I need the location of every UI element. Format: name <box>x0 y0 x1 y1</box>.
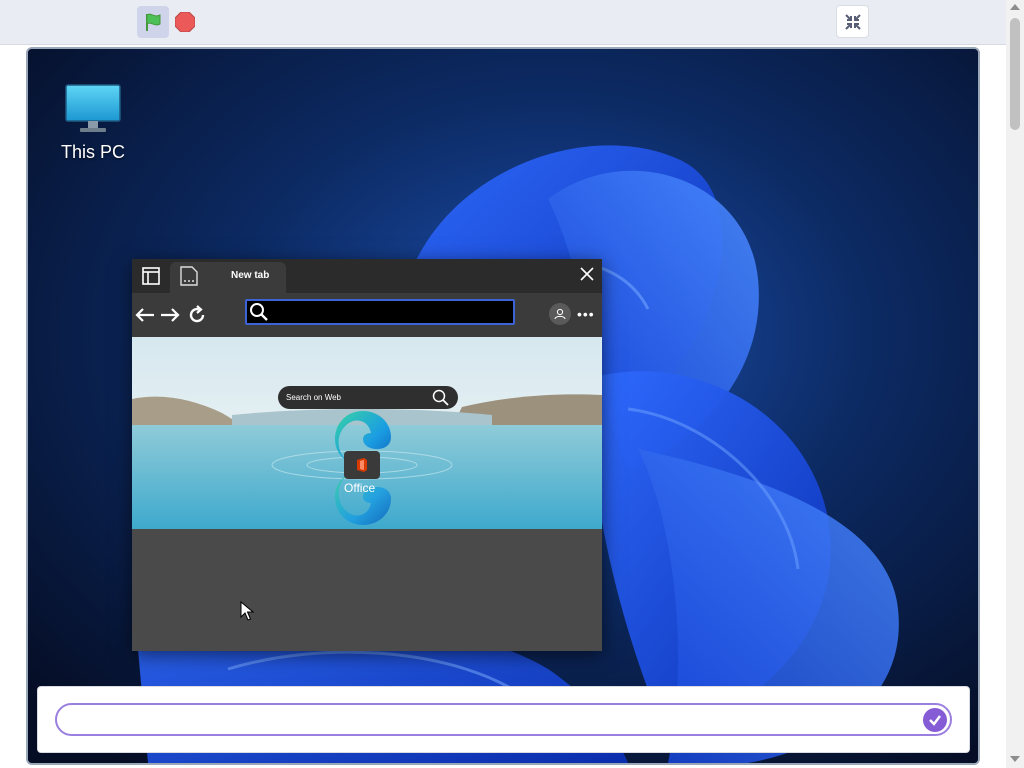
green-flag-icon <box>146 13 161 31</box>
browser-window[interactable]: New tab ••• Search on Web Office <box>132 259 602 651</box>
tab-layout-button[interactable] <box>141 266 161 286</box>
stop-icon <box>175 12 195 32</box>
tab-new-tab[interactable]: New tab <box>170 262 286 293</box>
office-icon <box>357 458 367 472</box>
more-horizontal-icon: ••• <box>577 306 595 322</box>
checkmark-icon <box>929 715 941 726</box>
new-tab-page[interactable]: Search on Web Office <box>132 337 602 529</box>
layout-icon <box>142 267 160 285</box>
search-icon <box>432 389 449 406</box>
shrink-stage-icon <box>844 13 861 30</box>
scroll-thumb[interactable] <box>1010 18 1020 130</box>
back-button[interactable] <box>134 304 156 326</box>
user-icon <box>554 308 566 320</box>
office-shortcut[interactable] <box>344 451 380 479</box>
monitor-icon <box>65 84 121 132</box>
search-icon <box>250 303 268 321</box>
web-search-box[interactable]: Search on Web <box>278 386 458 409</box>
arrow-right-icon <box>161 308 180 322</box>
page-scrollbar[interactable] <box>1006 0 1024 768</box>
shrink-stage-button[interactable] <box>836 5 869 38</box>
refresh-button[interactable] <box>186 304 208 326</box>
mouse-cursor-icon <box>240 601 254 621</box>
address-bar[interactable] <box>245 299 515 325</box>
more-options-button[interactable]: ••• <box>577 306 595 322</box>
stop-button[interactable] <box>175 12 195 32</box>
forward-button[interactable] <box>159 304 181 326</box>
browser-navbar: ••• <box>132 293 602 337</box>
web-search-placeholder: Search on Web <box>286 393 341 402</box>
prompt-input[interactable] <box>55 703 952 736</box>
window-close-button[interactable] <box>577 264 597 284</box>
player-toolbar <box>0 0 1006 45</box>
tab-page-icon <box>179 266 199 286</box>
tab-label: New tab <box>231 270 270 281</box>
stage[interactable]: This PC New tab ••• Search on Web Office <box>26 47 980 765</box>
arrow-left-icon <box>135 308 154 322</box>
green-flag-button[interactable] <box>137 6 169 38</box>
browser-titlebar[interactable]: New tab <box>132 259 602 293</box>
office-label: Office <box>344 481 376 495</box>
desktop-icon-label: This PC <box>60 142 125 162</box>
profile-button[interactable] <box>549 303 571 325</box>
scroll-down-arrow-icon[interactable] <box>1010 756 1020 762</box>
refresh-icon <box>189 305 205 323</box>
page-icon <box>180 266 198 286</box>
submit-button[interactable] <box>923 708 947 732</box>
page-blank-area <box>132 529 602 651</box>
desktop-icon-this-pc[interactable]: This PC <box>58 83 128 163</box>
scroll-up-arrow-icon[interactable] <box>1010 4 1020 10</box>
prompt-panel <box>37 686 970 753</box>
close-icon <box>580 267 594 281</box>
